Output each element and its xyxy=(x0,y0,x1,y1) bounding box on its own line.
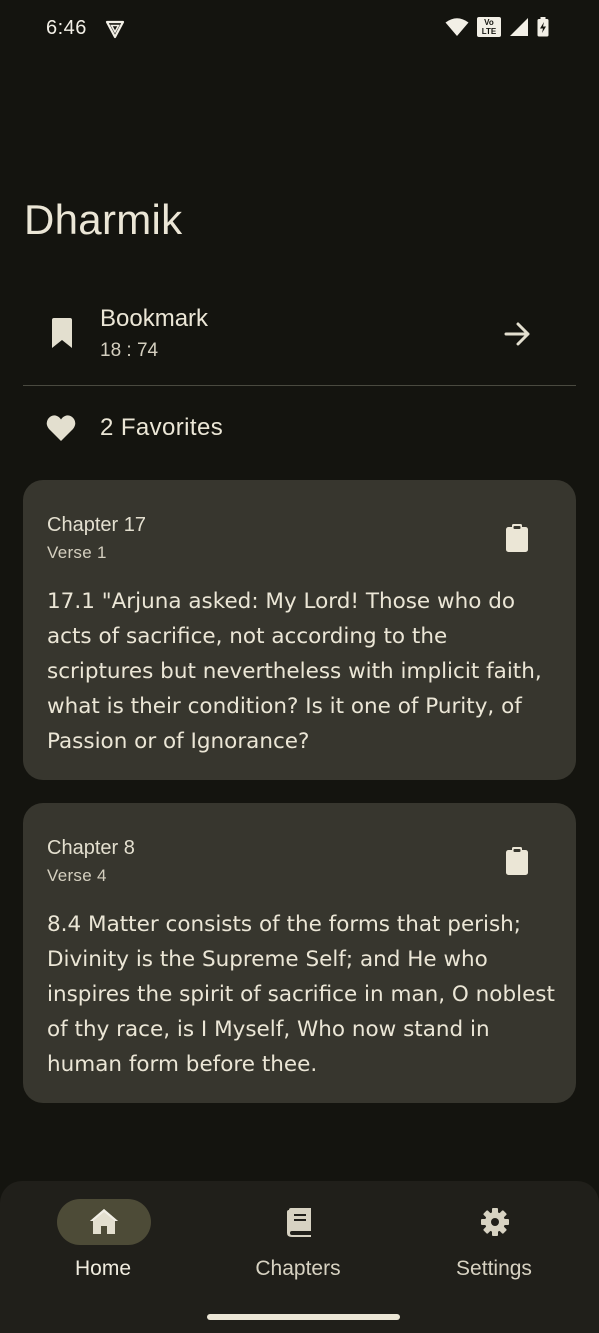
bookmark-label: Bookmark xyxy=(100,305,209,332)
home-icon xyxy=(90,1209,118,1234)
favorites-row[interactable]: 2 Favorites xyxy=(24,402,576,454)
vpn-icon xyxy=(105,20,125,39)
screen: 6:46 Vo LTE Dharmik Bookmark 18 : 74 2 F… xyxy=(0,0,599,1333)
volte-icon: Vo LTE xyxy=(477,17,501,37)
status-icons: Vo LTE xyxy=(445,17,549,37)
verse-card[interactable]: Chapter 17 Verse 1 17.1 "Arjuna asked: M… xyxy=(23,480,576,780)
favorites-label: 2 Favorites xyxy=(100,414,224,441)
card-chapter: Chapter 17 xyxy=(47,514,146,536)
wifi-icon xyxy=(445,18,469,36)
status-time: 6:46 xyxy=(46,17,87,39)
verse-text: 8.4 Matter consists of the forms that pe… xyxy=(47,912,555,1077)
nav-item-chapters[interactable]: Chapters xyxy=(218,1199,378,1309)
nav-label-chapters: Chapters xyxy=(255,1257,341,1280)
card-chapter: Chapter 8 xyxy=(47,837,135,859)
signal-icon xyxy=(510,18,528,36)
nav-item-home[interactable]: Home xyxy=(23,1199,183,1309)
bookmark-row[interactable]: Bookmark 18 : 74 xyxy=(24,300,576,372)
battery-charging-icon xyxy=(537,17,549,37)
nav-item-settings[interactable]: Settings xyxy=(414,1199,574,1309)
card-verse: Verse 1 xyxy=(47,543,107,562)
card-verse: Verse 4 xyxy=(47,866,107,885)
verse-text: 17.1 "Arjuna asked: My Lord! Those who d… xyxy=(47,589,542,754)
clipboard-icon[interactable] xyxy=(506,847,528,875)
page-title: Dharmik xyxy=(24,196,183,243)
status-bar: 6:46 Vo LTE xyxy=(0,0,599,58)
nav-label-settings: Settings xyxy=(456,1257,532,1280)
clipboard-icon[interactable] xyxy=(506,524,528,552)
gesture-bar[interactable] xyxy=(207,1314,400,1320)
bookmark-icon xyxy=(52,318,72,348)
bottom-nav: Home Chapters Settings xyxy=(0,1181,599,1333)
gear-icon xyxy=(481,1208,509,1236)
bookmark-value: 18 : 74 xyxy=(100,340,159,361)
nav-label-home: Home xyxy=(74,1257,132,1280)
verse-card[interactable]: Chapter 8 Verse 4 8.4 Matter consists of… xyxy=(23,803,576,1103)
divider xyxy=(23,385,576,386)
heart-icon xyxy=(46,415,76,441)
arrow-right-icon[interactable] xyxy=(504,320,532,348)
book-icon xyxy=(287,1208,311,1237)
